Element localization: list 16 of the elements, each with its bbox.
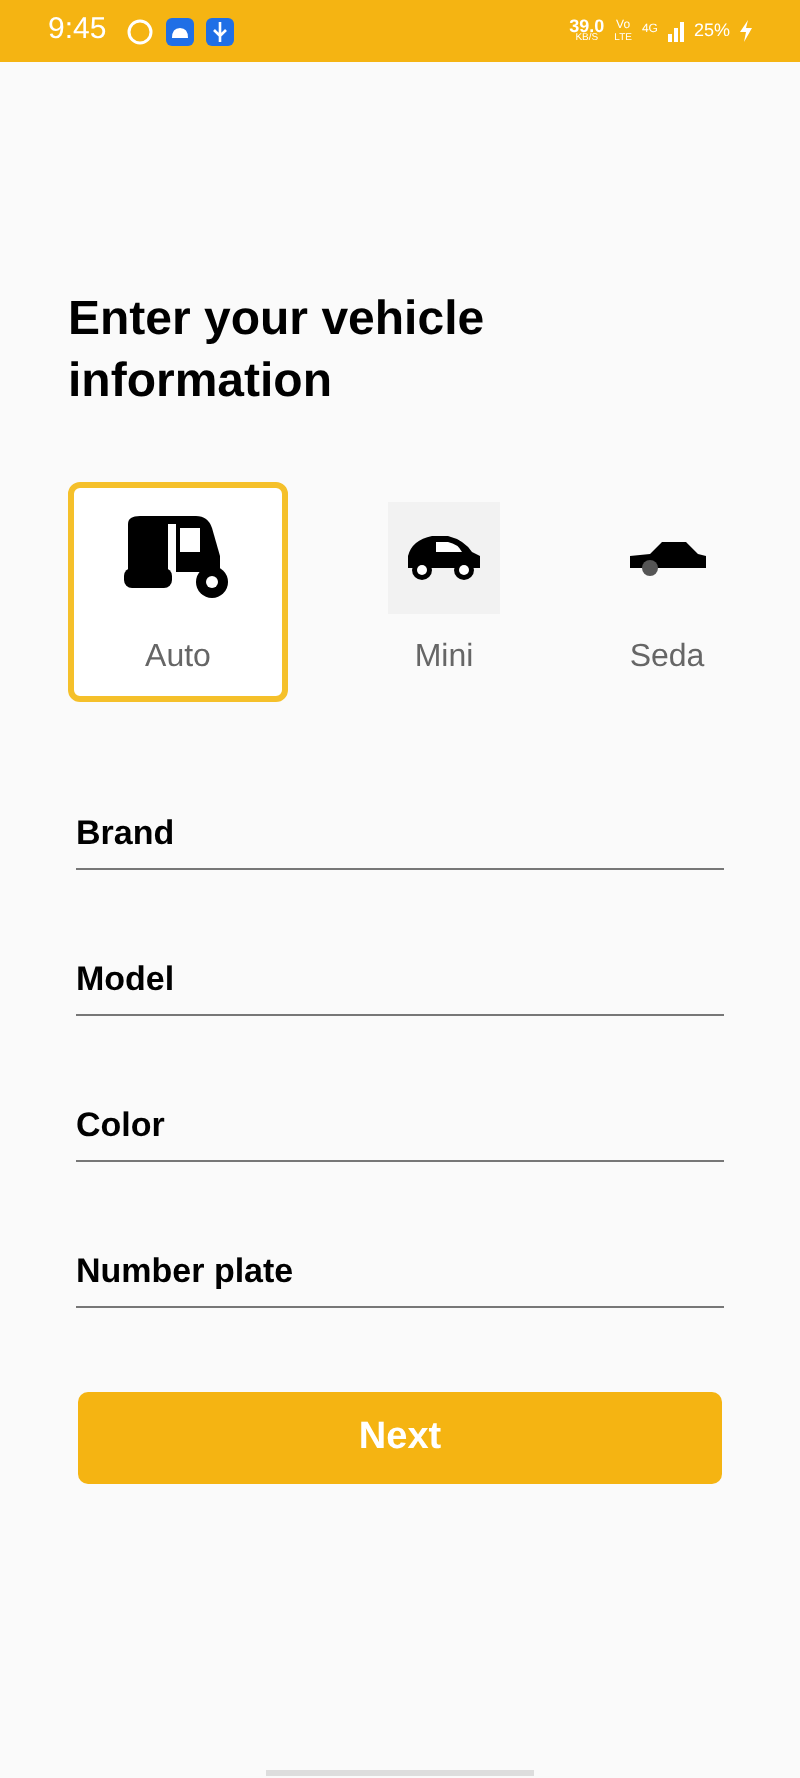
usb-icon [206,17,235,45]
battery-percent: 25% [693,17,730,44]
status-time: 9:45 [48,10,107,51]
text-input-field[interactable]: Number plate [76,1236,724,1308]
sedan-car-icon [629,540,705,576]
page-title: Enter your vehicle information [68,290,487,412]
text-input-field[interactable]: Color [76,1090,724,1162]
signal-icon [667,21,684,41]
text-input-field[interactable]: Model [76,944,724,1016]
network-speed: 39.0 [569,19,605,31]
charging-icon [740,20,752,42]
vehicle-type-option[interactable]: Auto [68,482,288,702]
text-input-field[interactable]: Brand [76,798,724,870]
vehicle-type-option[interactable]: Seda [600,482,734,702]
vehicle-type-option[interactable]: Mini [334,482,554,702]
small-car-icon [404,532,484,584]
